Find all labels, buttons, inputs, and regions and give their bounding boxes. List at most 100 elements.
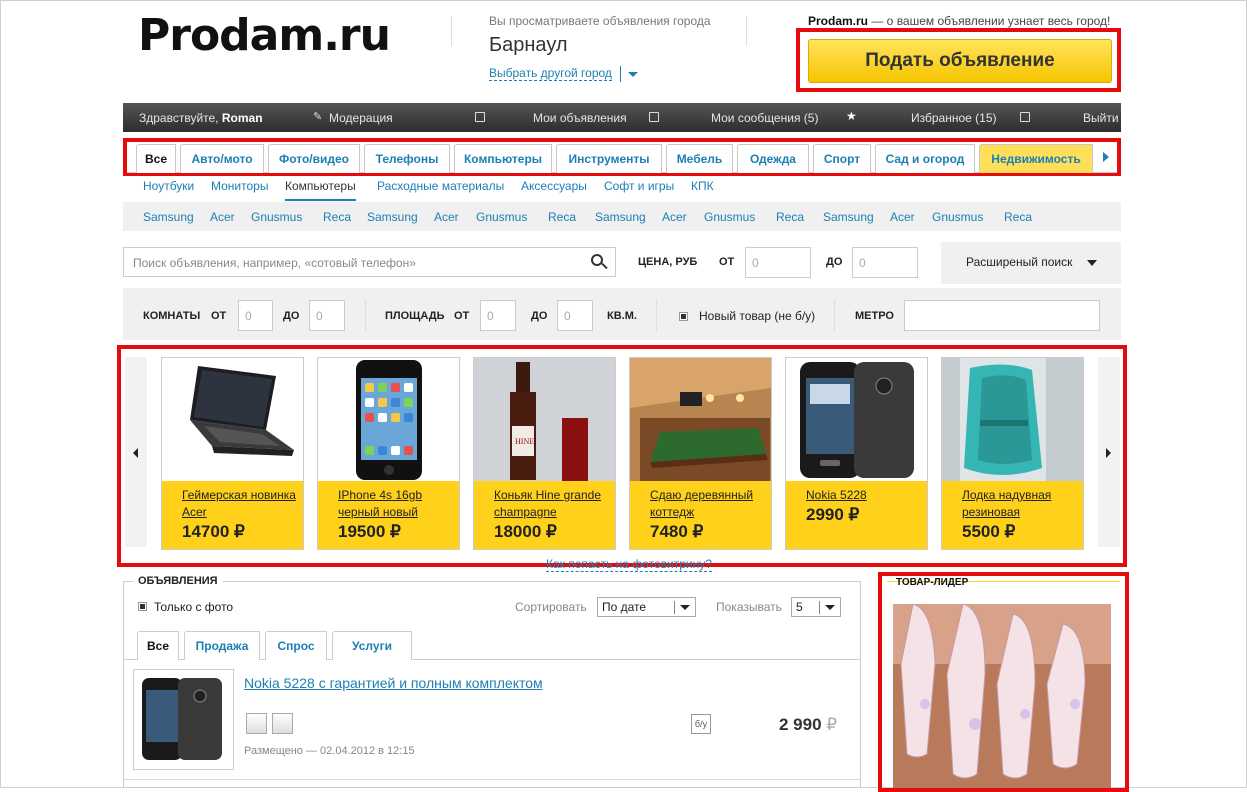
divider — [451, 16, 452, 46]
post-ad-button[interactable]: Подать объявление — [808, 39, 1112, 83]
my-ads-link[interactable]: Мои объявления — [533, 111, 627, 125]
brand-link[interactable]: Acer — [890, 210, 915, 224]
chevron-down-icon[interactable] — [620, 66, 638, 82]
show-label: Показывать — [716, 600, 782, 614]
rooms-to-label: ДО — [283, 310, 300, 322]
subcat-supplies[interactable]: Расходные материалы — [377, 179, 504, 193]
my-messages-link[interactable]: Мои сообщения (5) — [711, 111, 818, 125]
carousel-card[interactable]: Сдаю деревянный коттедж 7480 ₽ — [629, 357, 772, 550]
carousel-card[interactable]: IPhone 4s 16gb черный новый 19500 ₽ — [317, 357, 460, 550]
card-title[interactable]: Nokia 5228 — [806, 487, 924, 504]
carousel-card[interactable]: Геймерская новинка Acer 14700 ₽ — [161, 357, 304, 550]
cognac-image: HINE — [474, 358, 615, 481]
like-icon[interactable] — [246, 713, 267, 734]
card-title[interactable]: IPhone 4s 16gb черный новый — [338, 487, 456, 521]
carousel-card[interactable]: Лодка надувная резиновая 5500 ₽ — [941, 357, 1084, 550]
new-item-checkbox[interactable] — [679, 312, 688, 321]
subcat-pda[interactable]: КПК — [691, 179, 714, 193]
tab-auto[interactable]: Авто/мото — [180, 144, 264, 173]
brand-link[interactable]: Gnusmus — [704, 210, 755, 224]
sort-select[interactable]: По дате — [597, 597, 696, 617]
logout-link[interactable]: Выйти — [1083, 111, 1119, 125]
bump-up-icon[interactable] — [272, 713, 293, 734]
brand-filter-row: Samsung Acer Gnusmus Reca Samsung Acer G… — [123, 202, 1121, 231]
iphone-image — [318, 358, 459, 481]
brand-link[interactable]: Samsung — [595, 210, 646, 224]
mail-icon — [649, 112, 659, 122]
brand-link[interactable]: Reca — [1004, 210, 1032, 224]
subcat-software[interactable]: Софт и игры — [604, 179, 674, 193]
brand-link[interactable]: Reca — [323, 210, 351, 224]
carousel-card[interactable]: Nokia 5228 2990 ₽ — [785, 357, 928, 550]
card-title[interactable]: Геймерская новинка Acer — [182, 487, 300, 521]
tab-sale[interactable]: Продажа — [184, 631, 260, 660]
subcat-laptops[interactable]: Ноутбуки — [143, 179, 194, 193]
favorites-link[interactable]: Избранное (15) — [911, 111, 997, 125]
divider — [746, 16, 747, 46]
listing-thumbnail[interactable] — [133, 669, 234, 770]
city-note: Вы просматриваете объявления города — [489, 14, 711, 28]
subcat-accessories[interactable]: Аксессуары — [521, 179, 587, 193]
change-city-link[interactable]: Выбрать другой город — [489, 67, 612, 81]
listing-price: 2 990 ₽ — [779, 715, 838, 734]
metro-label: МЕТРО — [855, 310, 894, 322]
brand-link[interactable]: Acer — [434, 210, 459, 224]
card-title[interactable]: Лодка надувная резиновая — [962, 487, 1080, 521]
brand-link[interactable]: Samsung — [367, 210, 418, 224]
tab-photo[interactable]: Фото/видео — [268, 144, 360, 173]
advanced-search-toggle[interactable]: Расширеный поиск — [941, 242, 1121, 284]
tab-sport[interactable]: Спорт — [813, 144, 871, 173]
tab-furniture[interactable]: Мебель — [666, 144, 733, 173]
showcase-link[interactable]: Как попасть на фотовитрину? — [546, 558, 712, 572]
carousel-card[interactable]: HINE Коньяк Hine grande champagne 18000 ₽ — [473, 357, 616, 550]
site-logo[interactable]: Prodam.ru — [138, 10, 391, 61]
rooms-from-input[interactable]: 0 — [238, 300, 273, 331]
tab-realty[interactable]: Недвижимость — [979, 144, 1093, 173]
card-price: 2990 ₽ — [806, 505, 860, 524]
price-to-input[interactable]: 0 — [852, 247, 918, 278]
brand-link[interactable]: Acer — [662, 210, 687, 224]
per-page-select[interactable]: 5 — [791, 597, 841, 617]
card-price: 7480 ₽ — [650, 522, 704, 541]
tab-all[interactable]: Все — [136, 144, 176, 173]
tab-tools[interactable]: Инструменты — [556, 144, 662, 173]
card-title[interactable]: Коньяк Hine grande champagne — [494, 487, 612, 521]
chevron-right-icon[interactable] — [1103, 152, 1109, 162]
tab-garden[interactable]: Сад и огород — [875, 144, 975, 173]
tab-phones[interactable]: Телефоны — [364, 144, 450, 173]
tab-clothes[interactable]: Одежда — [737, 144, 809, 173]
brand-link[interactable]: Reca — [548, 210, 576, 224]
brand-link[interactable]: Gnusmus — [932, 210, 983, 224]
laptop-image — [162, 358, 303, 481]
brand-link[interactable]: Samsung — [143, 210, 194, 224]
carousel-next-button[interactable] — [1098, 357, 1120, 547]
brand-link[interactable]: Gnusmus — [476, 210, 527, 224]
tab-all-listings[interactable]: Все — [137, 631, 179, 660]
brand-link[interactable]: Reca — [776, 210, 804, 224]
area-to-input[interactable]: 0 — [557, 300, 593, 331]
svg-text:HINE: HINE — [515, 437, 534, 446]
area-to-label: ДО — [531, 310, 548, 322]
sort-label: Сортировать — [515, 600, 587, 614]
wrench-icon: ✎ — [313, 111, 323, 123]
price-from-input[interactable]: 0 — [745, 247, 811, 278]
search-input[interactable]: Поиск объявления, например, «сотовый тел… — [123, 247, 616, 277]
brand-link[interactable]: Gnusmus — [251, 210, 302, 224]
brand-link[interactable]: Samsung — [823, 210, 874, 224]
divider — [834, 299, 835, 331]
tab-computers[interactable]: Компьютеры — [454, 144, 552, 173]
brand-link[interactable]: Acer — [210, 210, 235, 224]
card-title[interactable]: Сдаю деревянный коттедж — [650, 487, 768, 521]
tab-demand[interactable]: Спрос — [265, 631, 327, 660]
tab-services[interactable]: Услуги — [332, 631, 412, 660]
manicure-image[interactable] — [893, 604, 1111, 788]
subcat-computers[interactable]: Компьютеры — [285, 179, 356, 201]
carousel-prev-button[interactable] — [125, 357, 147, 547]
subcat-monitors[interactable]: Мониторы — [211, 179, 268, 193]
rooms-to-input[interactable]: 0 — [309, 300, 345, 331]
metro-input[interactable] — [904, 300, 1100, 331]
area-from-input[interactable]: 0 — [480, 300, 516, 331]
listing-title[interactable]: Nokia 5228 с гарантией и полным комплект… — [244, 675, 543, 691]
only-photo-checkbox[interactable] — [138, 602, 147, 611]
moderation-link[interactable]: Модерация — [329, 111, 393, 125]
